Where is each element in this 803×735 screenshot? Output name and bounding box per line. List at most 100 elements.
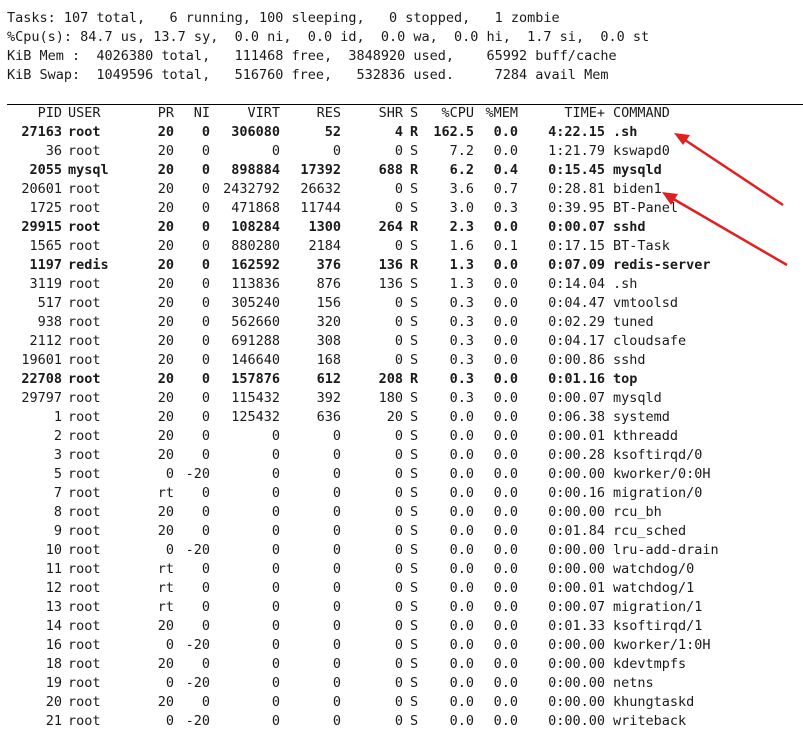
cell-virt: 0 [271, 428, 280, 444]
cell-shr: 264 [378, 219, 403, 235]
cell-pid: 2112 [29, 333, 62, 349]
cell-pid: 36 [45, 143, 62, 159]
cell-time: 0:01.84 [548, 523, 605, 539]
cell-cpu: 0.3 [449, 314, 474, 330]
cell-shr: 0 [394, 181, 403, 197]
column-header-mem: %MEM [485, 105, 518, 121]
cell-virt: 0 [271, 561, 280, 577]
cell-cmd: mysqld [613, 162, 662, 178]
cell-mem: 0.0 [493, 257, 518, 273]
cell-cmd: kworker/0:0H [613, 466, 711, 482]
cell-cmd: tuned [613, 314, 654, 330]
cell-time: 1:21.79 [548, 143, 605, 159]
cell-shr: 688 [378, 162, 403, 178]
cell-pr: 0 [165, 637, 174, 653]
cell-s: S [410, 143, 419, 159]
cell-time: 0:06.38 [548, 409, 605, 425]
cell-cpu: 1.3 [449, 276, 474, 292]
cell-pid: 20 [45, 694, 62, 710]
cell-pid: 29915 [21, 219, 62, 235]
cell-res: 168 [316, 352, 341, 368]
cell-virt: 157876 [231, 371, 280, 387]
cell-ni: 0 [201, 238, 210, 254]
cell-shr: 0 [394, 637, 403, 653]
cell-shr: 0 [394, 333, 403, 349]
cell-virt: 0 [271, 637, 280, 653]
cell-mem: 0.0 [493, 504, 518, 520]
cell-mem: 0.0 [493, 409, 518, 425]
cell-res: 17392 [300, 162, 341, 178]
cell-cpu: 0.0 [449, 675, 474, 691]
cell-cpu: 0.0 [449, 599, 474, 615]
cell-pid: 3 [53, 447, 62, 463]
cell-mem: 0.0 [493, 599, 518, 615]
cell-s: R [410, 162, 419, 178]
cell-res: 0 [332, 580, 341, 596]
cell-cpu: 0.0 [449, 580, 474, 596]
cell-cpu: 1.6 [449, 238, 474, 254]
cell-mem: 0.0 [493, 371, 518, 387]
cell-pr: 0 [165, 466, 174, 482]
cell-res: 0 [332, 485, 341, 501]
cell-cmd: mysqld [613, 390, 662, 406]
cell-user: root [68, 580, 101, 596]
cell-time: 0:17.15 [548, 238, 605, 254]
cell-user: root [68, 713, 101, 729]
cell-virt: 306080 [231, 124, 280, 140]
cell-s: S [410, 485, 419, 501]
cell-ni: 0 [201, 314, 210, 330]
cell-cpu: 1.3 [449, 257, 474, 273]
cell-pid: 3119 [29, 276, 62, 292]
cell-pr: 20 [157, 200, 174, 216]
cell-res: 0 [332, 675, 341, 691]
cell-time: 0:00.00 [548, 466, 605, 482]
cell-virt: 898884 [231, 162, 280, 178]
cell-res: 26632 [300, 181, 341, 197]
cell-time: 0:00.28 [548, 447, 605, 463]
cell-cmd: kdevtmpfs [613, 656, 687, 672]
summary-tasks: Tasks: 107 total, 6 running, 100 sleepin… [7, 10, 560, 26]
cell-user: root [68, 238, 101, 254]
cell-mem: 0.0 [493, 314, 518, 330]
cell-user: root [68, 409, 101, 425]
cell-pid: 27163 [21, 124, 62, 140]
cell-s: S [410, 466, 419, 482]
cell-shr: 0 [394, 428, 403, 444]
cell-shr: 0 [394, 485, 403, 501]
cell-cmd: biden1 [613, 181, 662, 197]
cell-shr: 0 [394, 713, 403, 729]
cell-virt: 0 [271, 485, 280, 501]
cell-cpu: 3.6 [449, 181, 474, 197]
cell-ni: 0 [201, 694, 210, 710]
cell-cmd: ksoftirqd/0 [613, 447, 703, 463]
cell-virt: 0 [271, 466, 280, 482]
cell-user: root [68, 314, 101, 330]
cell-pid: 22708 [21, 371, 62, 387]
cell-time: 0:00.07 [548, 390, 605, 406]
cell-mem: 0.0 [493, 143, 518, 159]
cell-pr: rt [157, 561, 174, 577]
cell-res: 0 [332, 656, 341, 672]
cell-virt: 0 [271, 523, 280, 539]
cell-res: 0 [332, 523, 341, 539]
cell-user: root [68, 656, 101, 672]
cell-virt: 0 [271, 656, 280, 672]
cell-res: 0 [332, 143, 341, 159]
cell-shr: 0 [394, 542, 403, 558]
cell-cmd: BT-Task [613, 238, 670, 254]
cell-mem: 0.0 [493, 352, 518, 368]
cell-user: root [68, 561, 101, 577]
cell-virt: 0 [271, 447, 280, 463]
cell-shr: 0 [394, 580, 403, 596]
cell-time: 0:00.07 [548, 219, 605, 235]
cell-s: S [410, 561, 419, 577]
cell-mem: 0.0 [493, 618, 518, 634]
cell-pr: 20 [157, 352, 174, 368]
cell-cmd: lru-add-drain [613, 542, 719, 558]
cell-time: 0:00.00 [548, 542, 605, 558]
cell-pr: 20 [157, 257, 174, 273]
cell-pr: 20 [157, 276, 174, 292]
cell-shr: 136 [378, 257, 403, 273]
cell-res: 0 [332, 637, 341, 653]
cell-cpu: 0.0 [449, 713, 474, 729]
